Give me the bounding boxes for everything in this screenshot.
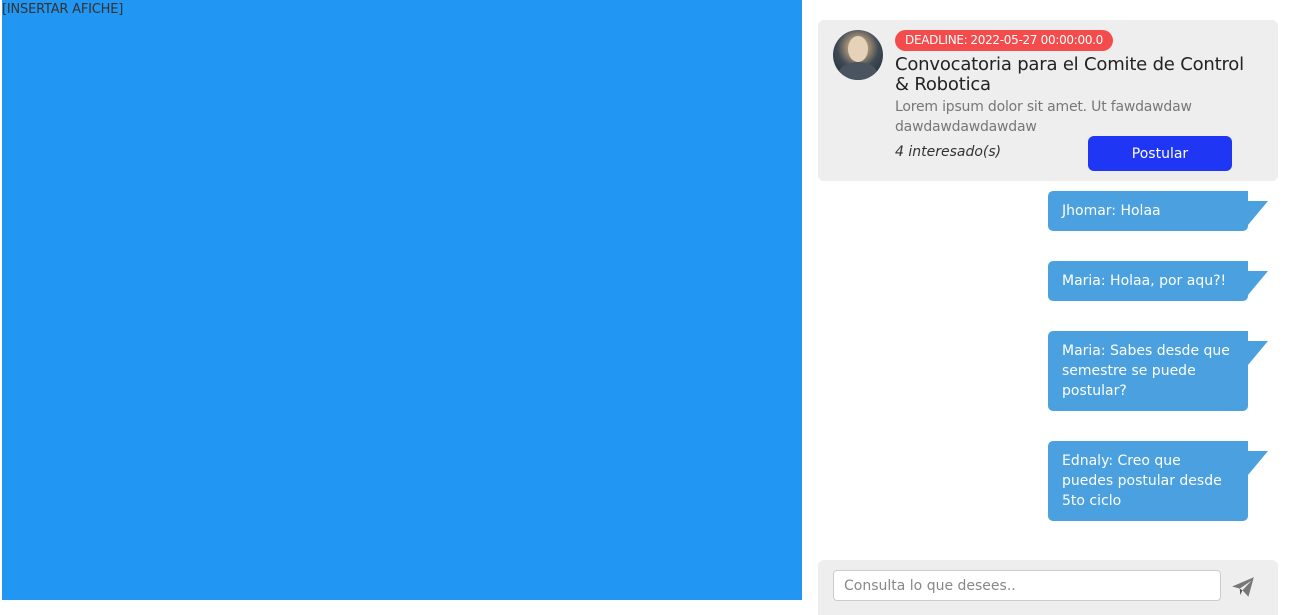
message-bubble: Maria: Holaa, por aqu?! xyxy=(1048,261,1268,301)
message-bubble: Jhomar: Holaa xyxy=(1048,191,1268,231)
interested-count: 4 interesado(s) xyxy=(895,144,1002,160)
deadline-label: DEADLINE: xyxy=(905,33,968,47)
poster-area xyxy=(2,0,802,600)
card-title: Convocatoria para el Comite de Control &… xyxy=(895,54,1244,95)
message-bubble: Ednaly: Creo que puedes postular desde 5… xyxy=(1048,441,1268,521)
right-column: DEADLINE: 2022-05-27 00:00:00.0 Convocato… xyxy=(818,0,1278,615)
message-bubble: Maria: Sabes desde que semestre se puede… xyxy=(1048,331,1268,411)
poster-placeholder-label: [INSERTAR AFICHE] xyxy=(2,2,124,17)
avatar xyxy=(833,30,883,80)
deadline-value: 2022-05-27 00:00:00.0 xyxy=(970,33,1104,47)
deadline-badge: DEADLINE: 2022-05-27 00:00:00.0 xyxy=(895,30,1114,51)
message-composer xyxy=(818,560,1278,615)
paper-plane-icon[interactable] xyxy=(1228,574,1258,600)
message-input[interactable] xyxy=(833,570,1221,601)
announcement-card: DEADLINE: 2022-05-27 00:00:00.0 Convocato… xyxy=(818,20,1278,181)
card-description: Lorem ipsum dolor sit amet. Ut fawdawdaw… xyxy=(895,99,1192,135)
apply-button[interactable]: Postular xyxy=(1088,136,1232,171)
